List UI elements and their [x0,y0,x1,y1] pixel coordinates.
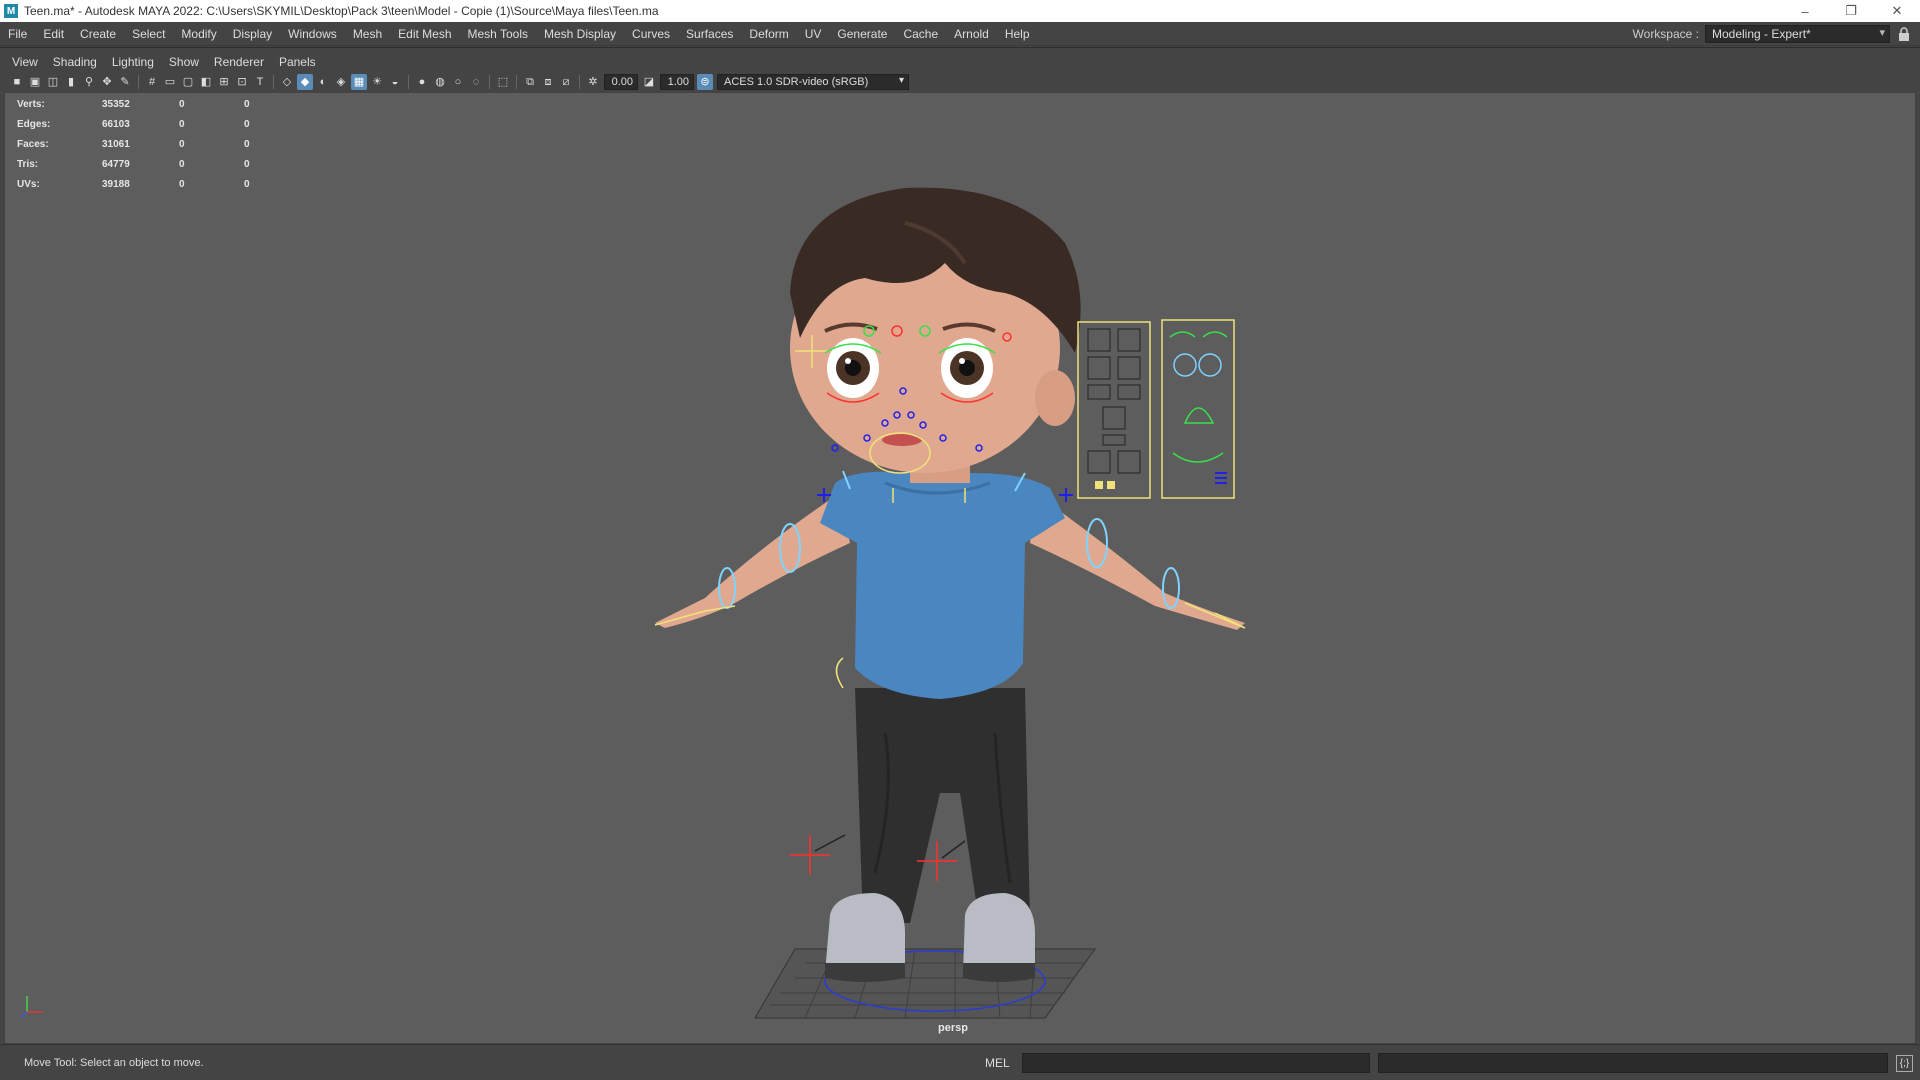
color-management-icon[interactable]: ⊜ [697,74,713,90]
view-transform-dropdown[interactable]: ACES 1.0 SDR-video (sRGB) ▾ [717,74,909,90]
panel-menu-view[interactable]: View [5,55,46,69]
menu-file[interactable]: File [0,27,35,41]
character-head [790,187,1081,473]
panel-menu-panels[interactable]: Panels [272,55,324,69]
lock-icon[interactable] [1896,26,1912,42]
menu-create[interactable]: Create [72,27,124,41]
toolbar-separator [579,75,580,89]
menu-edit[interactable]: Edit [35,27,72,41]
isolate-select-icon[interactable]: ⬚ [495,74,511,90]
motion-blur-icon[interactable]: ◍ [432,74,448,90]
workspace-value: Modeling - Expert* [1712,27,1811,41]
camera-label: persp [938,1022,968,1034]
2d-pan-zoom-icon[interactable]: ✥ [99,74,115,90]
gate-mask-icon[interactable]: ◧ [198,74,214,90]
facial-ui-panel[interactable] [1077,319,1235,499]
bookmark-icon[interactable]: ▮ [63,74,79,90]
view-axis-gizmo-icon [20,996,43,1018]
title-bar: M Teen.ma* - Autodesk MAYA 2022: C:\User… [0,0,1920,22]
gamma-field[interactable]: 1.00 [660,74,694,90]
restore-button[interactable]: ❐ [1828,0,1874,22]
toolbar-separator [138,75,139,89]
screen-space-ao-icon[interactable]: ● [414,74,430,90]
menu-display[interactable]: Display [225,27,280,41]
workspace-dropdown[interactable]: Modeling - Expert* ▾ [1705,25,1890,43]
panel-menu-bar: View Shading Lighting Show Renderer Pane… [5,52,324,72]
menu-windows[interactable]: Windows [280,27,345,41]
multisample-aa-icon[interactable]: ○ [450,74,466,90]
command-line-input[interactable] [1022,1053,1370,1073]
menu-uv[interactable]: UV [797,27,830,41]
resolution-gate-icon[interactable]: ▢ [180,74,196,90]
xray-active-components-icon[interactable]: ⧈ [540,74,556,90]
wireframe-icon[interactable]: ◇ [279,74,295,90]
toolbar-separator [408,75,409,89]
workspace-label: Workspace : [1632,27,1699,41]
character-shirt [820,471,1065,699]
use-all-lights-icon[interactable]: ☀ [369,74,385,90]
window-title: Teen.ma* - Autodesk MAYA 2022: C:\Users\… [24,4,659,18]
default-material-icon[interactable]: ◐ [315,74,331,90]
depth-of-field-icon[interactable]: ◌ [468,74,484,90]
help-line-text: Move Tool: Select an object to move. [24,1057,204,1069]
menu-select[interactable]: Select [124,27,173,41]
menu-modify[interactable]: Modify [173,27,224,41]
menu-curves[interactable]: Curves [624,27,678,41]
field-chart-icon[interactable]: ⊞ [216,74,232,90]
panel-menu-renderer[interactable]: Renderer [207,55,272,69]
menu-generate[interactable]: Generate [829,27,895,41]
workspace-selector: Workspace : Modeling - Expert* ▾ [1633,22,1912,46]
xray-joints-icon[interactable]: ⧄ [558,74,574,90]
chevron-down-icon: ▾ [898,75,904,86]
command-result-field [1378,1053,1888,1073]
main-divider [0,47,1920,48]
menu-mesh-display[interactable]: Mesh Display [536,27,624,41]
toolbar-separator [273,75,274,89]
menu-mesh-tools[interactable]: Mesh Tools [460,27,536,41]
gamma-icon[interactable]: ◪ [641,74,657,90]
viewport-toolbar: ■ ▣ ◫ ▮ ⚲ ✥ ✎ # ▭ ▢ ◧ ⊞ ⊡ T ◇ ◆ ◐ ◈ ▦ ☀ … [8,72,1918,92]
menu-arnold[interactable]: Arnold [946,27,997,41]
panel-menu-show[interactable]: Show [162,55,207,69]
menu-surfaces[interactable]: Surfaces [678,27,741,41]
film-gate-icon[interactable]: ▭ [162,74,178,90]
minimize-button[interactable]: – [1782,0,1828,22]
wireframe-on-shaded-icon[interactable]: ◈ [333,74,349,90]
perspective-viewport[interactable]: Verts: 35352 0 0 Edges: 66103 0 0 Faces:… [5,93,1915,1043]
shadows-icon[interactable]: ◒ [387,74,403,90]
script-editor-icon[interactable]: {;} [1896,1055,1913,1072]
exposure-icon[interactable]: ✲ [585,74,601,90]
grid-icon[interactable]: # [144,74,160,90]
bookmarks-icon[interactable]: ◫ [45,74,61,90]
safe-action-icon[interactable]: ⊡ [234,74,250,90]
toolbar-separator [516,75,517,89]
safe-title-icon[interactable]: T [252,74,268,90]
menu-deform[interactable]: Deform [741,27,796,41]
view-transform-value: ACES 1.0 SDR-video (sRGB) [724,76,869,88]
menu-edit-mesh[interactable]: Edit Mesh [390,27,459,41]
menu-mesh[interactable]: Mesh [345,27,390,41]
textured-icon[interactable]: ▦ [351,74,367,90]
smooth-shade-icon[interactable]: ◆ [297,74,313,90]
menu-help[interactable]: Help [997,27,1038,41]
exposure-field[interactable]: 0.00 [604,74,638,90]
help-line-bar: Move Tool: Select an object to move. MEL… [0,1044,1920,1080]
toolbar-separator [489,75,490,89]
mel-language-toggle[interactable]: MEL [985,1056,1010,1070]
grease-pencil-icon[interactable]: ✎ [117,74,133,90]
camera-attributes-icon[interactable]: ▣ [27,74,43,90]
image-plane-icon[interactable]: ⚲ [81,74,97,90]
menu-cache[interactable]: Cache [895,27,946,41]
panel-menu-shading[interactable]: Shading [46,55,105,69]
character-pants [855,688,1030,928]
close-button[interactable]: ✕ [1874,0,1920,22]
chevron-down-icon: ▾ [1879,27,1885,39]
character-scene [654,187,1246,1019]
select-camera-icon[interactable]: ■ [9,74,25,90]
maya-logo-icon: M [4,4,18,18]
xray-icon[interactable]: ⧉ [522,74,538,90]
window-controls: – ❐ ✕ [1782,0,1920,22]
panel-menu-lighting[interactable]: Lighting [105,55,162,69]
